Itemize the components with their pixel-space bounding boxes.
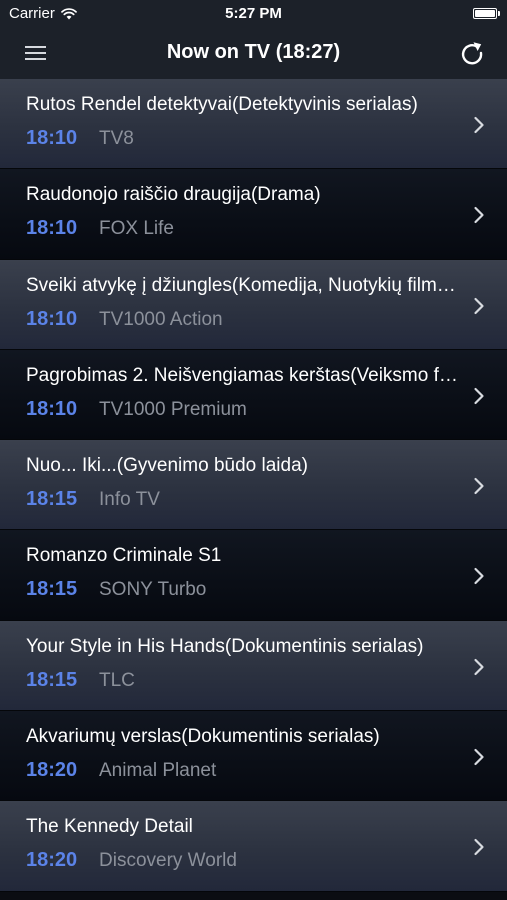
refresh-icon [461,42,483,65]
page-title: Now on TV (18:27) [166,41,341,63]
battery-icon [473,8,500,19]
chevron-right-icon [474,748,484,766]
program-row[interactable]: The Kennedy Detail 18:20 Discovery World [0,801,507,892]
chevron-right-icon [474,207,484,224]
program-start-time: 18:10 [26,127,78,149]
program-row[interactable]: Your Style in His Hands(Dokumentinis ser… [0,620,507,712]
program-channel: TV1000 Premium [99,398,247,420]
refresh-button[interactable] [457,38,487,68]
program-row[interactable]: Rutos Rendel detektyvai(Detektyvinis ser… [0,79,507,170]
program-start-time: 18:10 [26,217,78,240]
navigation-bar: Now on TV (18:27) [0,28,507,79]
program-title: Your Style in His Hands(Dokumentinis ser… [26,635,424,657]
program-row[interactable]: Romanzo Criminale S1 18:15 SONY Turbo [0,530,507,621]
chevron-right-icon [474,839,484,856]
program-title: Rutos Rendel detektyvai(Detektyvinis ser… [26,94,418,115]
chevron-right-icon [474,116,484,134]
program-channel: Discovery World [99,850,237,872]
chevron-right-icon [474,387,484,404]
program-row[interactable]: Sveiki atvykę į džiungles(Komedija, Nuot… [0,259,507,350]
program-channel: SONY Turbo [99,579,207,601]
status-time: 5:27 PM [225,5,282,22]
program-start-time: 18:20 [26,849,78,872]
program-title: The Kennedy Detail [26,816,193,838]
program-title: Sveiki atvykę į džiungles(Komedija, Nuot… [26,274,458,296]
chevron-right-icon [474,478,484,495]
program-start-time: 18:15 [26,578,78,601]
program-title: Pagrobimas 2. Neišvengiamas kerštas(Veik… [26,364,458,386]
program-channel: Info TV [99,489,160,511]
program-row[interactable]: Nuo... Iki...(Gyvenimo būdo laida) 18:15… [0,440,507,531]
program-row[interactable]: Pagrobimas 2. Neišvengiamas kerštas(Veik… [0,349,507,441]
program-channel: Animal Planet [99,760,217,782]
program-start-time: 18:15 [26,488,78,511]
program-start-time: 18:10 [26,307,78,330]
program-title: Nuo... Iki...(Gyvenimo būdo laida) [26,455,308,477]
chevron-right-icon [474,658,484,675]
program-channel: TV1000 Action [99,308,223,330]
program-row[interactable]: Raudonojo raiščio draugija(Drama) 18:10 … [0,169,507,260]
program-channel: TV8 [99,128,134,149]
app-screen: Carrier 5:27 PM Now on TV (18:27) Rutos … [0,0,507,900]
program-start-time: 18:20 [26,759,78,782]
chevron-right-icon [474,297,484,314]
battery-level [475,10,495,17]
chevron-right-icon [474,568,484,585]
program-title: Romanzo Criminale S1 [26,545,222,567]
program-channel: TLC [99,669,135,691]
program-list: Rutos Rendel detektyvai(Detektyvinis ser… [0,79,507,892]
program-channel: FOX Life [99,218,174,240]
status-bar: Carrier 5:27 PM [0,0,507,28]
program-title: Akvariumų verslas(Dokumentinis serialas) [26,726,380,748]
program-title: Raudonojo raiščio draugija(Drama) [26,184,321,206]
program-start-time: 18:15 [26,668,78,691]
program-row[interactable]: Akvariumų verslas(Dokumentinis serialas)… [0,711,507,802]
program-start-time: 18:10 [26,397,78,420]
